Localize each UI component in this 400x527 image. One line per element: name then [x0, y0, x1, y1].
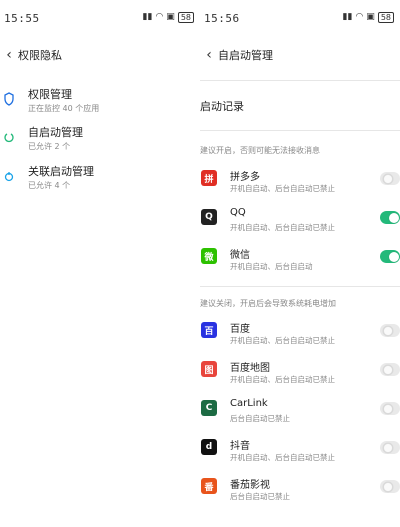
app-name: QQ — [230, 207, 246, 218]
autostart-toggle[interactable] — [380, 480, 400, 493]
autostart-toggle[interactable] — [380, 402, 400, 415]
app-name: CarLink — [230, 398, 268, 409]
nav-header: ‹ 自启动管理 — [200, 42, 400, 68]
autostart-toggle[interactable] — [380, 363, 400, 376]
back-arrow-icon[interactable]: ‹ — [0, 47, 18, 63]
nav-header: ‹ 权限隐私 — [0, 42, 200, 68]
power-icon — [4, 133, 14, 143]
app-row: Q QQ 开机自启动、后台自启动已禁止 — [200, 207, 400, 243]
status-time: 15:56 — [204, 12, 240, 25]
autostart-management-screen: 15:56 ▮▮ ◠ ▣ 58 ‹ 自启动管理 启动记录 建议开启，否则可能无法… — [200, 0, 400, 527]
status-bar: 15:55 ▮▮ ◠ ▣ 58 — [0, 0, 200, 34]
baidu-map-icon: 图 — [201, 361, 217, 377]
link-icon — [4, 172, 14, 182]
toggle-knob — [383, 403, 393, 414]
menu-item-permission-management[interactable]: 权限管理 正在监控 40 个应用 — [0, 86, 200, 122]
status-time: 15:55 — [4, 12, 40, 25]
toggle-knob — [383, 173, 393, 184]
status-bar: 15:56 ▮▮ ◠ ▣ 58 — [200, 0, 400, 34]
notification-icon: ▣ — [366, 12, 375, 22]
divider — [200, 286, 400, 287]
divider — [200, 80, 400, 81]
app-autostart-status: 开机自启动、后台自启动已禁止 — [230, 336, 335, 345]
carlink-icon: C — [201, 400, 217, 416]
signal-icon: ▮▮ — [142, 12, 153, 22]
toggle-knob — [383, 364, 393, 375]
menu-item-title: 关联启动管理 — [28, 165, 94, 178]
menu-item-autostart-management[interactable]: 自启动管理 已允许 2 个 — [0, 124, 200, 160]
app-row: 拼 拼多多 开机自启动、后台自启动已禁止 — [200, 168, 400, 204]
page-title: 自启动管理 — [218, 49, 273, 62]
back-arrow-icon[interactable]: ‹ — [200, 47, 218, 63]
menu-item-subtitle: 已允许 4 个 — [28, 181, 71, 190]
signal-icon: ▮▮ — [342, 12, 353, 22]
wifi-icon: ◠ — [155, 12, 164, 22]
launch-record-link[interactable]: 启动记录 — [200, 98, 244, 114]
menu-item-subtitle: 正在监控 40 个应用 — [28, 104, 100, 113]
wechat-icon: 微 — [201, 248, 217, 264]
app-row: 微 微信 开机自启动、后台自启动 — [200, 246, 400, 282]
shield-icon — [4, 92, 14, 106]
autostart-toggle[interactable] — [380, 172, 400, 185]
app-autostart-status: 后台自启动已禁止 — [230, 414, 290, 423]
permissions-privacy-screen: 15:55 ▮▮ ◠ ▣ 58 ‹ 权限隐私 权限管理 正在监控 40 个应用 … — [0, 0, 200, 527]
app-autostart-status: 开机自启动、后台自启动已禁止 — [230, 223, 335, 232]
notification-icon: ▣ — [166, 12, 175, 22]
menu-item-subtitle: 已允许 2 个 — [28, 142, 71, 151]
app-row: 番 番茄影视 后台自启动已禁止 — [200, 476, 400, 512]
battery-icon: 58 — [377, 11, 394, 23]
autostart-toggle[interactable] — [380, 324, 400, 337]
app-row: 百 百度 开机自启动、后台自启动已禁止 — [200, 320, 400, 356]
app-autostart-status: 后台自启动已禁止 — [230, 492, 290, 501]
app-autostart-status: 开机自启动、后台自启动已禁止 — [230, 453, 335, 462]
toggle-knob — [388, 212, 399, 223]
pinduoduo-icon: 拼 — [201, 170, 217, 186]
app-autostart-status: 开机自启动、后台自启动已禁止 — [230, 184, 335, 193]
toggle-knob — [383, 325, 393, 336]
wifi-icon: ◠ — [355, 12, 364, 22]
toggle-knob — [383, 442, 393, 453]
status-icons: ▮▮ ◠ ▣ 58 — [343, 11, 394, 23]
autostart-toggle[interactable] — [380, 211, 400, 224]
app-row: 图 百度地图 开机自启动、后台自启动已禁止 — [200, 359, 400, 395]
qq-penguin-icon: Q — [201, 209, 217, 225]
app-row: C CarLink 后台自启动已禁止 — [200, 398, 400, 434]
app-autostart-status: 开机自启动、后台自启动 — [230, 262, 313, 271]
app-name: 微信 — [230, 250, 250, 261]
app-name: 百度地图 — [230, 363, 270, 374]
divider — [200, 130, 400, 131]
section-note-allowed: 建议开启，否则可能无法接收消息 — [200, 146, 320, 155]
app-name: 番茄影视 — [230, 480, 270, 491]
menu-item-associated-launch-management[interactable]: 关联启动管理 已允许 4 个 — [0, 163, 200, 199]
page-title: 权限隐私 — [18, 49, 62, 62]
tomato-icon: 番 — [201, 478, 217, 494]
baidu-paw-icon: 百 — [201, 322, 217, 338]
section-note-disabled: 建议关闭，开启后会导致系统耗电增加 — [200, 299, 336, 308]
menu-item-title: 自启动管理 — [28, 126, 83, 139]
app-row: d 抖音 开机自启动、后台自启动已禁止 — [200, 437, 400, 473]
app-name: 百度 — [230, 324, 250, 335]
app-autostart-status: 开机自启动、后台自启动已禁止 — [230, 375, 335, 384]
autostart-toggle[interactable] — [380, 250, 400, 263]
app-name: 拼多多 — [230, 172, 260, 183]
toggle-knob — [383, 481, 393, 492]
douyin-icon: d — [201, 439, 217, 455]
menu-item-title: 权限管理 — [28, 88, 72, 101]
battery-icon: 58 — [177, 11, 194, 23]
status-icons: ▮▮ ◠ ▣ 58 — [143, 11, 194, 23]
app-name: 抖音 — [230, 441, 250, 452]
toggle-knob — [388, 251, 399, 262]
autostart-toggle[interactable] — [380, 441, 400, 454]
